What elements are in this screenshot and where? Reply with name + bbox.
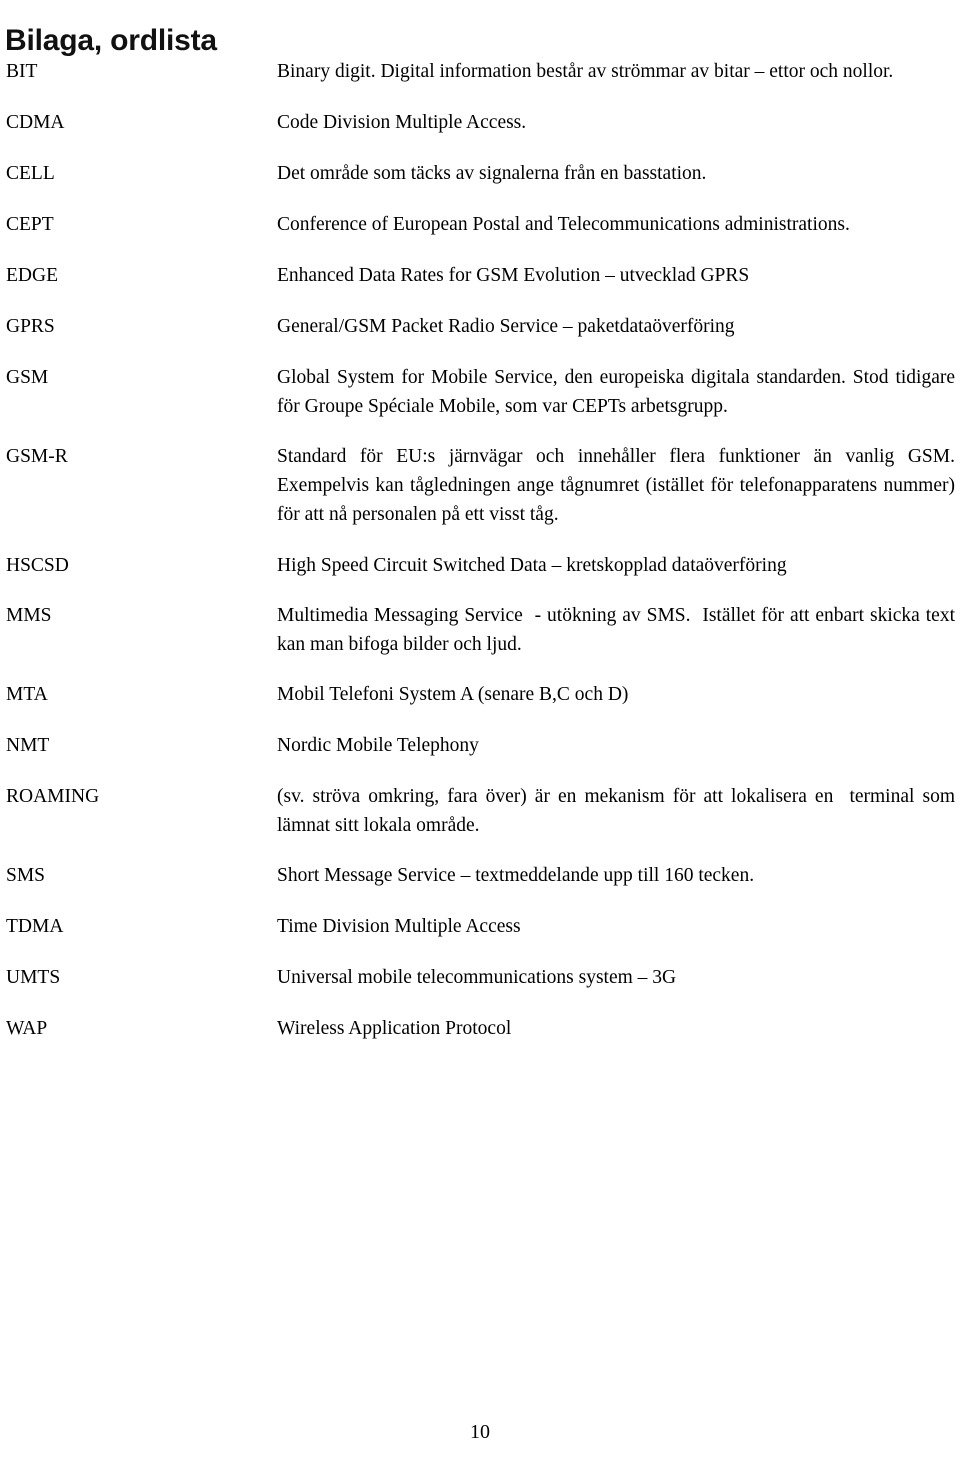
glossary-term: UMTS bbox=[6, 967, 61, 988]
glossary-term: GSM bbox=[6, 367, 49, 388]
glossary-row: GSM Global System for Mobile Service, den… bbox=[0, 363, 960, 421]
glossary-term: MMS bbox=[6, 605, 52, 626]
glossary-definition: Nordic Mobile Telephony bbox=[277, 735, 479, 756]
glossary-row: ROAMING (sv. ströva omkring, fara över) ä… bbox=[0, 782, 960, 840]
glossary-definition: General/GSM Packet Radio Service – paket… bbox=[277, 316, 735, 337]
glossary-row: GPRS General/GSM Packet Radio Service – p… bbox=[0, 312, 960, 341]
glossary-definition: Standard för EU:s järnvägar och innehåll… bbox=[277, 446, 960, 525]
glossary-row: MMS Multimedia Messaging Service - utökni… bbox=[0, 601, 960, 659]
glossary-term: CELL bbox=[6, 163, 55, 184]
page-title: Bilaga, ordlista bbox=[5, 24, 217, 58]
glossary-row: SMS Short Message Service – textmeddeland… bbox=[0, 861, 960, 890]
glossary-row: CELL Det område som täcks av signalerna f… bbox=[0, 159, 960, 188]
glossary-row: NMT Nordic Mobile Telephony bbox=[0, 731, 960, 760]
glossary-row: CEPT Conference of European Postal and Te… bbox=[0, 210, 960, 239]
glossary-definition: Universal mobile telecommunications syst… bbox=[277, 967, 677, 988]
glossary-row: GSM-R Standard för EU:s järnvägar och inn… bbox=[0, 442, 960, 529]
glossary-definition: High Speed Circuit Switched Data – krets… bbox=[277, 555, 787, 576]
glossary-term: NMT bbox=[6, 735, 50, 756]
glossary-term: GPRS bbox=[6, 316, 55, 337]
glossary-definition: Det område som täcks av signalerna från … bbox=[277, 163, 707, 184]
glossary-definition: Mobil Telefoni System A (senare B,C och … bbox=[277, 684, 629, 705]
page-number: 10 bbox=[470, 1421, 490, 1443]
glossary-list: BIT Binary digit. Digital information bes… bbox=[0, 57, 960, 1043]
glossary-row: TDMA Time Division Multiple Access bbox=[0, 912, 960, 941]
glossary-definition: Code Division Multiple Access. bbox=[277, 112, 527, 133]
glossary-term: MTA bbox=[6, 684, 48, 705]
glossary-definition: Wireless Application Protocol bbox=[277, 1018, 512, 1039]
glossary-row: BIT Binary digit. Digital information bes… bbox=[0, 57, 960, 86]
glossary-row: HSCSD High Speed Circuit Switched Data – … bbox=[0, 551, 960, 580]
glossary-term: TDMA bbox=[6, 916, 64, 937]
glossary-definition: Multimedia Messaging Service - utökning … bbox=[277, 605, 960, 655]
glossary-term: CDMA bbox=[6, 112, 65, 133]
glossary-term: HSCSD bbox=[6, 555, 69, 576]
glossary-row: WAP Wireless Application Protocol bbox=[0, 1014, 960, 1043]
glossary-term: WAP bbox=[6, 1018, 48, 1039]
glossary-term: EDGE bbox=[6, 265, 58, 286]
glossary-definition: Time Division Multiple Access bbox=[277, 916, 521, 937]
glossary-term: ROAMING bbox=[6, 786, 100, 807]
glossary-row: UMTS Universal mobile telecommunications … bbox=[0, 963, 960, 992]
glossary-definition: Global System for Mobile Service, den eu… bbox=[277, 367, 960, 417]
glossary-term: GSM-R bbox=[6, 446, 68, 467]
glossary-term: SMS bbox=[6, 865, 46, 886]
document-page: Bilaga, ordlista BIT Binary digit. Digita… bbox=[0, 0, 960, 1474]
glossary-definition: (sv. ströva omkring, fara över) är en me… bbox=[277, 786, 960, 836]
glossary-row: CDMA Code Division Multiple Access. bbox=[0, 108, 960, 137]
glossary-definition: Binary digit. Digital information består… bbox=[277, 61, 894, 82]
glossary-term: CEPT bbox=[6, 214, 54, 235]
glossary-row: MTA Mobil Telefoni System A (senare B,C o… bbox=[0, 680, 960, 709]
glossary-definition: Conference of European Postal and Teleco… bbox=[277, 214, 850, 235]
glossary-definition: Short Message Service – textmeddelande u… bbox=[277, 865, 755, 886]
glossary-row: EDGE Enhanced Data Rates for GSM Evolutio… bbox=[0, 261, 960, 290]
glossary-term: BIT bbox=[6, 61, 38, 82]
glossary-definition: Enhanced Data Rates for GSM Evolution – … bbox=[277, 265, 750, 286]
